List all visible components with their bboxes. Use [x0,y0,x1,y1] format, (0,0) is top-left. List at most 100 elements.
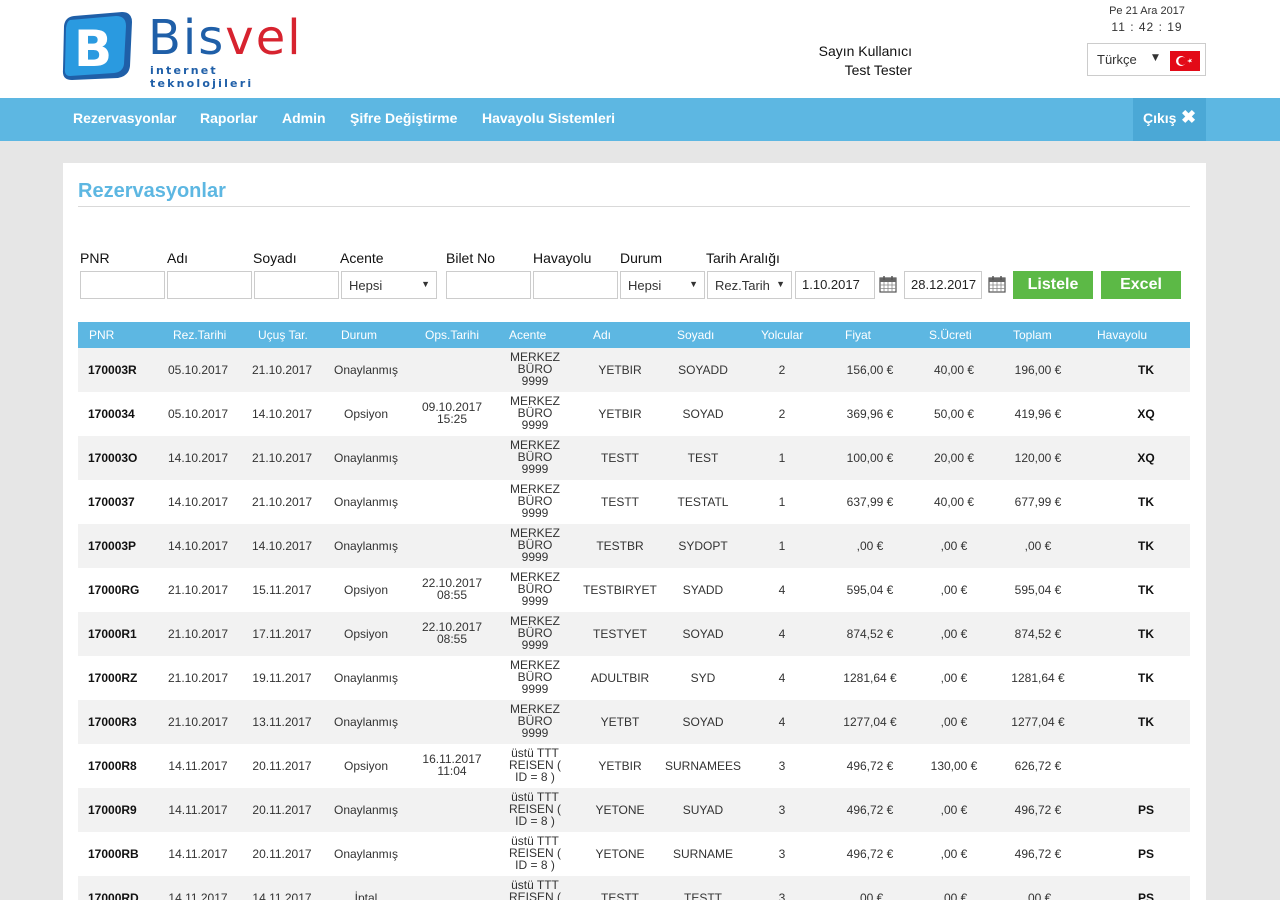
column-header[interactable]: Ops.Tarihi [425,328,479,342]
nav-item-reports[interactable]: Raporlar [200,110,258,126]
cell-airline: PS [1137,803,1154,817]
table-row[interactable]: 17000R3 21.10.2017 13.11.2017 Onaylanmış MER… [78,700,1190,744]
table-row[interactable]: 17000RG 21.10.2017 15.11.2017 Opsiyon 22.10.… [78,568,1190,612]
calendar-icon[interactable] [879,275,897,293]
column-header[interactable]: Havayolu [1097,328,1147,342]
nav-item-admin[interactable]: Admin [282,110,326,126]
cell-fee: ,00 € [940,803,968,817]
surname-input[interactable] [254,271,339,299]
column-header[interactable]: Soyadı [677,328,714,342]
cell-agency: MERKEZ BÜRO 9999 [504,439,566,475]
cell-status: Opsiyon [343,627,389,641]
column-header[interactable]: Rez.Tarihi [173,328,226,342]
cell-rez: 14.10.2017 [167,451,229,465]
column-header[interactable]: Yolcular [761,328,803,342]
cell-agency: MERKEZ BÜRO 9999 [504,615,566,651]
calendar-icon[interactable] [988,275,1006,293]
language-select[interactable]: Türkçe ▼ [1087,43,1206,76]
option-time: 08:55 [436,588,468,602]
table-row[interactable]: 17000R8 14.11.2017 20.11.2017 Opsiyon 16.11.… [78,744,1190,788]
cell-name: TESTBR [596,539,644,553]
column-header[interactable]: Acente [509,328,546,342]
list-button[interactable]: Listele [1013,271,1093,299]
pnr-input[interactable] [80,271,165,299]
cell-pnr: 17000R9 [88,803,137,817]
table-row[interactable]: 170003O 14.10.2017 21.10.2017 Onaylanmış MER… [78,436,1190,480]
cell-price: 156,00 € [846,363,894,377]
cell-fee: ,00 € [940,891,968,900]
cell-pax: 3 [778,891,786,900]
cell-fee: ,00 € [940,847,968,861]
column-header[interactable]: Fiyat [845,328,871,342]
cell-flight: 21.10.2017 [251,495,313,509]
cell-surname: SOYAD [682,715,724,729]
column-header[interactable]: Toplam [1013,328,1052,342]
logo-b-icon: B [62,12,133,80]
cell-option-date: 22.10.2017 08:55 [410,577,494,601]
cell-status: Opsiyon [343,583,389,597]
logout-button[interactable]: Çıkış ✖ [1133,98,1206,141]
bisvel-logo[interactable]: B Bisvel internet teknolojileri [60,8,301,90]
table-row[interactable]: 17000RD 14.11.2017 14.11.2017 İptal üstü TTT… [78,876,1190,900]
table-row[interactable]: 170003P 14.10.2017 14.10.2017 Onaylanmış MER… [78,524,1190,568]
cell-pnr: 1700037 [88,495,135,509]
cell-option-date: 22.10.2017 08:55 [410,621,494,645]
date-from-input[interactable]: 1.10.2017 [795,271,875,299]
current-date: Pe 21 Ara 2017 [1109,5,1185,17]
cell-name: TESTT [601,451,639,465]
cell-total: ,00 € [1024,539,1052,553]
cell-airline: TK [1138,363,1154,377]
nav-item-change-password[interactable]: Şifre Değiştirme [350,110,457,126]
nav-item-airline-systems[interactable]: Havayolu Sistemleri [482,110,615,126]
cell-airline: TK [1138,539,1154,553]
airline-input[interactable] [533,271,618,299]
agency-line: 9999 [521,638,549,652]
cell-name: TESTBIRYET [583,583,657,597]
cell-total: 1281,64 € [1011,671,1065,685]
cell-rez: 14.11.2017 [168,847,228,861]
date-type-select[interactable]: Rez.Tarih ▼ [707,271,792,299]
svg-text:B: B [74,20,112,78]
column-header[interactable]: Durum [341,328,377,342]
cell-rez: 14.10.2017 [167,495,229,509]
cell-flight: 20.11.2017 [252,847,312,861]
logout-label: Çıkış [1143,110,1177,126]
table-row[interactable]: 17000RZ 21.10.2017 19.11.2017 Onaylanmış MER… [78,656,1190,700]
cell-pnr: 170003P [88,539,137,553]
column-header[interactable]: S.Ücreti [929,328,972,342]
agency-line: 9999 [521,462,549,476]
cell-flight: 14.10.2017 [251,407,313,421]
cell-status: Onaylanmış [333,539,399,553]
chevron-down-icon: ▼ [1152,53,1159,63]
ticket-input[interactable] [446,271,531,299]
column-header[interactable]: PNR [89,328,114,342]
agency-select[interactable]: Hepsi ▼ [341,271,437,299]
table-row[interactable]: 1700034 05.10.2017 14.10.2017 Opsiyon 09.10.… [78,392,1190,436]
date-to-input[interactable]: 28.12.2017 [904,271,982,299]
column-header[interactable]: Uçuş Tar. [258,328,308,342]
airline-label: Havayolu [533,250,592,266]
cell-pnr: 17000RZ [88,671,138,685]
cell-total: 874,52 € [1014,627,1062,641]
cell-price: 1277,04 € [843,715,897,729]
table-row[interactable]: 17000RB 14.11.2017 20.11.2017 Onaylanmış üst… [78,832,1190,876]
option-time: 08:55 [436,632,468,646]
cell-price: 100,00 € [846,451,894,465]
excel-button[interactable]: Excel [1101,271,1181,299]
table-row[interactable]: 17000R1 21.10.2017 17.11.2017 Opsiyon 22.10.… [78,612,1190,656]
cell-airline: PS [1137,847,1154,861]
name-input[interactable] [167,271,252,299]
table-row[interactable]: 170003R 05.10.2017 21.10.2017 Onaylanmış MER… [78,348,1190,392]
status-select[interactable]: Hepsi ▼ [620,271,705,299]
cell-agency: MERKEZ BÜRO 9999 [504,571,566,607]
datetime: Pe 21 Ara 2017 11 : 42 : 19 [1092,3,1202,35]
option-time: 15:25 [436,412,468,426]
chevron-down-icon: ▼ [421,279,430,289]
column-header[interactable]: Adı [593,328,611,342]
table-row[interactable]: 1700037 14.10.2017 21.10.2017 Onaylanmış MER… [78,480,1190,524]
cell-surname: TESTATL [677,495,729,509]
nav-item-reservations[interactable]: Rezervasyonlar [73,110,177,126]
cell-rez: 21.10.2017 [167,627,229,641]
cell-status: Onaylanmış [333,495,399,509]
table-row[interactable]: 17000R9 14.11.2017 20.11.2017 Onaylanmış üst… [78,788,1190,832]
